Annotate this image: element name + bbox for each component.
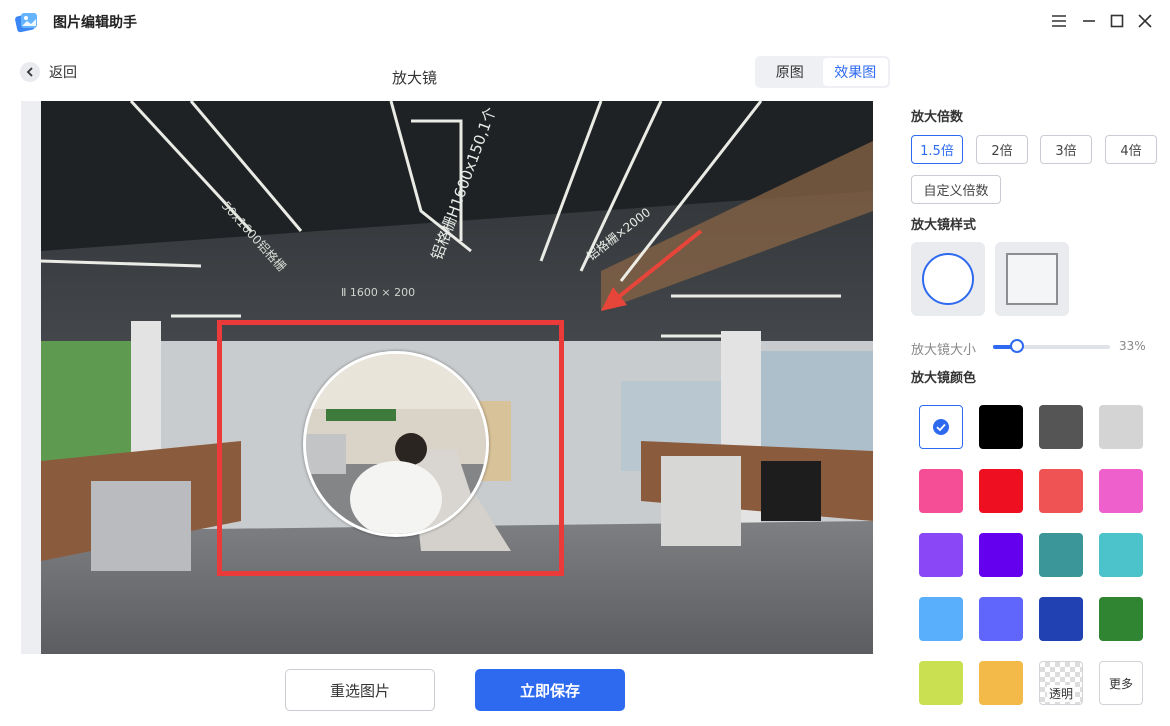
color-swatch[interactable]: [979, 469, 1023, 513]
zoom-section-title: 放大倍数: [911, 110, 964, 125]
circle-shape-icon: [922, 253, 974, 305]
color-swatch[interactable]: [1039, 533, 1083, 577]
check-icon: [933, 419, 949, 435]
color-section-title: 放大镜颜色: [911, 371, 977, 386]
color-swatch[interactable]: [1099, 469, 1143, 513]
color-swatch-selected[interactable]: [919, 405, 963, 449]
style-square[interactable]: [995, 242, 1069, 316]
size-slider-fill: [993, 345, 1012, 349]
zoom-option-4x[interactable]: 4倍: [1105, 135, 1157, 164]
size-label: 放大镜大小: [911, 343, 977, 358]
reselect-image-button[interactable]: 重选图片: [285, 669, 435, 711]
size-value: 33%: [1119, 339, 1146, 353]
page-title: 放大镜: [392, 69, 438, 87]
zoom-option-1-5x[interactable]: 1.5倍: [911, 135, 963, 164]
color-swatch[interactable]: [1039, 405, 1083, 449]
color-swatch[interactable]: [979, 405, 1023, 449]
color-swatch-transparent[interactable]: 透明: [1039, 661, 1083, 705]
color-swatch[interactable]: [919, 597, 963, 641]
minimize-icon[interactable]: [1080, 12, 1098, 30]
zoom-option-3x[interactable]: 3倍: [1040, 135, 1092, 164]
color-swatch[interactable]: [919, 661, 963, 705]
view-toggle: 原图 效果图: [755, 56, 890, 88]
color-swatch[interactable]: [919, 533, 963, 577]
tab-effect[interactable]: 效果图: [822, 58, 888, 86]
zoom-option-2x[interactable]: 2倍: [976, 135, 1028, 164]
transparent-label: 透明: [1046, 684, 1075, 702]
color-swatch[interactable]: [919, 469, 963, 513]
menu-icon[interactable]: [1050, 12, 1068, 30]
color-swatch[interactable]: [1039, 469, 1083, 513]
app-logo-icon: [15, 13, 37, 33]
color-swatch[interactable]: [1099, 533, 1143, 577]
color-swatch[interactable]: [1039, 597, 1083, 641]
maximize-icon[interactable]: [1108, 12, 1126, 30]
chevron-left-icon: [20, 62, 40, 82]
size-slider[interactable]: [993, 339, 1110, 353]
wall-text-2: Ⅱ 1600 × 200: [341, 286, 415, 299]
square-shape-icon: [1006, 253, 1058, 305]
back-button[interactable]: 返回: [20, 62, 77, 82]
tab-original[interactable]: 原图: [757, 58, 823, 86]
style-section-title: 放大镜样式: [911, 218, 977, 233]
save-now-button[interactable]: 立即保存: [475, 669, 625, 711]
app-title: 图片编辑助手: [53, 15, 137, 31]
color-swatch[interactable]: [1099, 597, 1143, 641]
more-colors-button[interactable]: 更多: [1099, 661, 1143, 705]
color-swatch[interactable]: [979, 661, 1023, 705]
title-bar: 图片编辑助手: [0, 0, 1170, 42]
size-slider-handle[interactable]: [1009, 339, 1024, 353]
color-swatch[interactable]: [979, 597, 1023, 641]
close-icon[interactable]: [1136, 12, 1154, 30]
color-swatch[interactable]: [979, 533, 1023, 577]
custom-zoom-button[interactable]: 自定义倍数: [911, 175, 1001, 204]
office-photo: 铝格栅H1600x150,1个 Ⅱ 1600 × 200 铝格栅×2000 50…: [41, 101, 873, 654]
color-swatch[interactable]: [1099, 405, 1143, 449]
preview-canvas: 铝格栅H1600x150,1个 Ⅱ 1600 × 200 铝格栅×2000 50…: [21, 101, 873, 654]
magnifier-lens[interactable]: [303, 351, 489, 537]
style-circle[interactable]: [911, 242, 985, 316]
back-label: 返回: [49, 65, 77, 81]
